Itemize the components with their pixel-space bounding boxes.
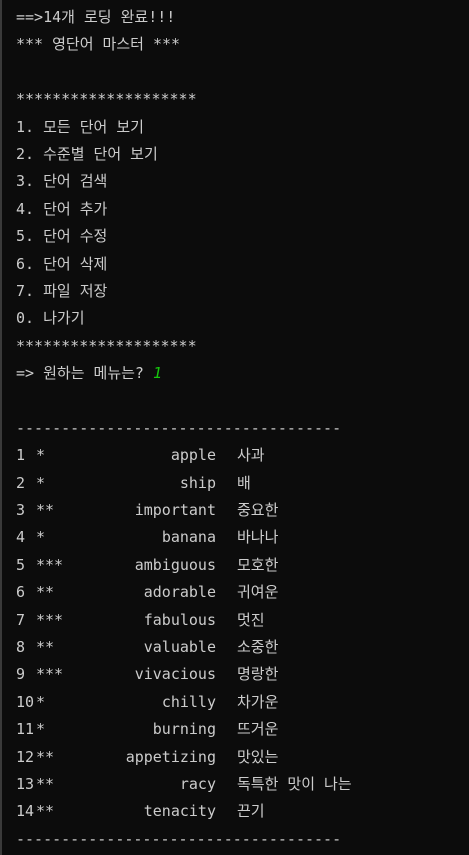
menu-item-edit: 5. 단어 수정 <box>16 227 108 246</box>
menu-item-add: 4. 단어 추가 <box>16 199 108 218</box>
word-level: * <box>36 720 46 739</box>
korean-meaning: 중요한 <box>237 501 279 520</box>
word-list: 1 * apple 사과 2 * ship 배 3 ** important 중요한 4 * banana 바… <box>16 442 469 825</box>
word-level: * <box>36 473 46 492</box>
korean-meaning: 배 <box>237 473 251 492</box>
korean-meaning: 귀여운 <box>237 583 279 602</box>
english-word: banana <box>161 528 216 547</box>
korean-meaning: 사과 <box>237 446 265 465</box>
list-divider-top: ------------------------------------ <box>16 418 342 437</box>
menu-item-delete: 6. 단어 삭제 <box>16 254 108 273</box>
word-row: 14 ** tenacity 끈기 <box>16 798 469 825</box>
english-word: burning <box>152 720 216 739</box>
word-level: * <box>36 692 46 711</box>
word-number: 14 <box>16 802 35 821</box>
word-number: 8 <box>16 637 26 656</box>
english-word: racy <box>179 774 216 793</box>
word-number: 3 <box>16 501 26 520</box>
korean-meaning: 맛있는 <box>237 747 279 766</box>
korean-meaning: 차가운 <box>237 692 279 711</box>
word-level: *** <box>36 610 64 629</box>
word-level: * <box>36 528 46 547</box>
menu-border-bottom: ******************** <box>16 336 197 355</box>
terminal-window: { "header": { "loading": "==>14개 로딩 완료!!… <box>0 0 469 855</box>
word-row: 3 ** important 중요한 <box>16 497 469 524</box>
english-word: appetizing <box>125 747 216 766</box>
word-number: 4 <box>16 528 26 547</box>
english-word: valuable <box>143 637 216 656</box>
app-title: *** 영단어 마스터 *** <box>16 35 181 54</box>
list-divider-bottom: ------------------------------------ <box>16 829 342 848</box>
menu-prompt: => 원하는 메뉴는? <box>16 364 153 383</box>
word-row: 9 *** vivacious 명랑한 <box>16 661 469 688</box>
word-level: ** <box>36 637 55 656</box>
korean-meaning: 끈기 <box>237 802 265 821</box>
word-level: * <box>36 446 46 465</box>
word-row: 5 *** ambiguous 모호한 <box>16 552 469 579</box>
english-word: vivacious <box>134 665 216 684</box>
word-level: ** <box>36 774 55 793</box>
word-number: 9 <box>16 665 26 684</box>
menu-item-view-all: 1. 모든 단어 보기 <box>16 117 144 136</box>
word-number: 12 <box>16 747 35 766</box>
menu-input-value[interactable]: 1 <box>153 364 162 382</box>
english-word: adorable <box>143 583 216 602</box>
word-row: 6 ** adorable 귀여운 <box>16 579 469 606</box>
english-word: ship <box>179 473 216 492</box>
english-word: important <box>134 501 216 520</box>
word-row: 1 * apple 사과 <box>16 442 469 469</box>
word-number: 6 <box>16 583 26 602</box>
word-level: ** <box>36 583 55 602</box>
word-level: ** <box>36 501 55 520</box>
word-level: ** <box>36 747 55 766</box>
menu-item-view-by-level: 2. 수준별 단어 보기 <box>16 144 158 163</box>
korean-meaning: 독특한 맛이 나는 <box>237 774 352 793</box>
word-level: *** <box>36 555 64 574</box>
korean-meaning: 소중한 <box>237 637 279 656</box>
word-number: 13 <box>16 774 35 793</box>
korean-meaning: 뜨거운 <box>237 720 279 739</box>
word-number: 11 <box>16 720 35 739</box>
word-row: 2 * ship 배 <box>16 470 469 497</box>
word-level: ** <box>36 802 55 821</box>
menu-item-save-file: 7. 파일 저장 <box>16 281 108 300</box>
word-number: 5 <box>16 555 26 574</box>
word-row: 11 * burning 뜨거운 <box>16 716 469 743</box>
word-number: 1 <box>16 446 26 465</box>
korean-meaning: 바나나 <box>237 528 279 547</box>
word-number: 2 <box>16 473 26 492</box>
word-row: 7 *** fabulous 멋진 <box>16 607 469 634</box>
korean-meaning: 멋진 <box>237 610 265 629</box>
word-row: 12 ** appetizing 맛있는 <box>16 744 469 771</box>
english-word: chilly <box>161 692 216 711</box>
english-word: fabulous <box>143 610 216 629</box>
word-number: 10 <box>16 692 35 711</box>
terminal-output: ==>14개 로딩 완료!!! *** 영단어 마스터 *** ********… <box>16 4 469 853</box>
window-left-edge <box>0 0 2 855</box>
word-row: 4 * banana 바나나 <box>16 524 469 551</box>
english-word: tenacity <box>143 802 216 821</box>
loading-message: ==>14개 로딩 완료!!! <box>16 8 176 26</box>
menu-item-exit: 0. 나가기 <box>16 309 85 328</box>
english-word: apple <box>170 446 216 465</box>
word-level: *** <box>36 665 64 684</box>
korean-meaning: 명랑한 <box>237 665 279 684</box>
word-row: 13 ** racy 독특한 맛이 나는 <box>16 771 469 798</box>
word-row: 8 ** valuable 소중한 <box>16 634 469 661</box>
menu-border-top: ******************** <box>16 90 197 109</box>
word-number: 7 <box>16 610 26 629</box>
menu-item-search: 3. 단어 검색 <box>16 172 108 191</box>
word-row: 10 * chilly 차가운 <box>16 689 469 716</box>
english-word: ambiguous <box>134 555 216 574</box>
menu-prompt-line[interactable]: => 원하는 메뉴는? 1 <box>16 360 469 387</box>
korean-meaning: 모호한 <box>237 555 279 574</box>
